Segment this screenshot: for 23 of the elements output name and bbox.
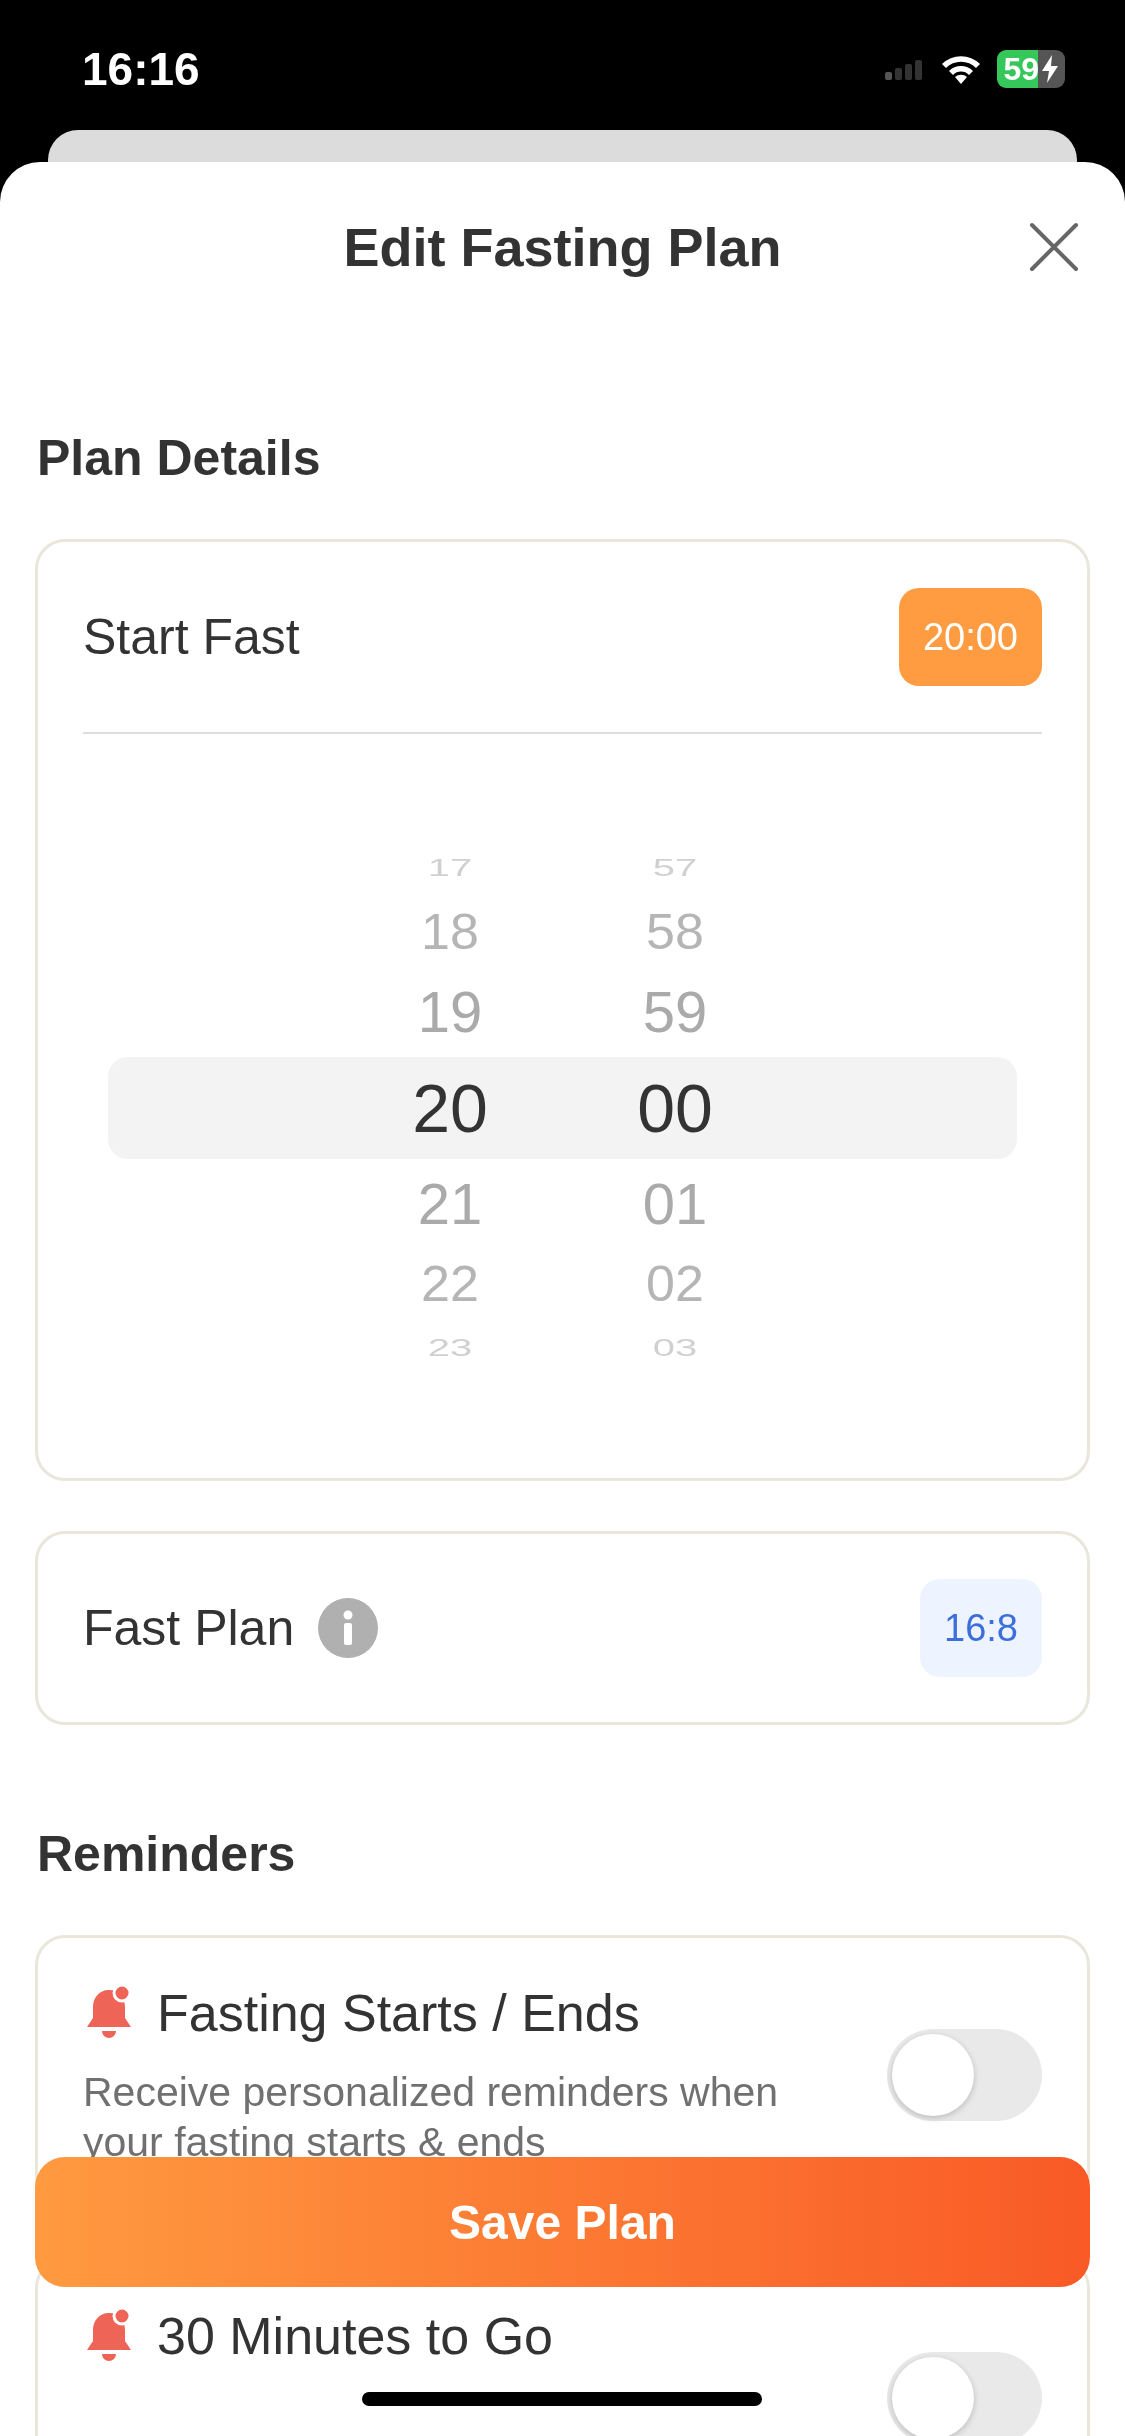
picker-value[interactable]: 22 [421, 1250, 479, 1318]
picker-value[interactable]: 21 [417, 1159, 483, 1249]
start-time-badge[interactable]: 20:00 [898, 588, 1042, 686]
picker-value[interactable]: 20 [412, 1057, 488, 1159]
reminder-title: Fasting Starts / Ends [157, 1983, 640, 2043]
picker-value[interactable]: 58 [646, 898, 704, 966]
picker-value[interactable]: 01 [642, 1159, 708, 1249]
picker-value[interactable]: 00 [637, 1057, 713, 1159]
picker-value[interactable]: 02 [646, 1250, 704, 1318]
fast-plan-badge[interactable]: 16:8 [920, 1579, 1042, 1677]
picker-value[interactable]: 18 [421, 898, 479, 966]
picker-value[interactable]: 19 [417, 967, 483, 1057]
sheet-title: Edit Fasting Plan [343, 216, 782, 278]
section-heading: Reminders [37, 1825, 297, 1883]
info-icon[interactable] [318, 1598, 379, 1658]
battery-indicator: 59 [997, 50, 1065, 88]
save-button[interactable]: Save Plan [35, 2157, 1090, 2287]
start-fast-label: Start Fast [83, 608, 300, 666]
reminder-title: 30 Minutes to Go [157, 2306, 553, 2366]
section-heading: Plan Details [37, 429, 322, 487]
picker-value[interactable]: 59 [642, 967, 708, 1057]
status-time: 16:16 [82, 42, 200, 96]
fast-plan-label: Fast Plan [83, 1599, 295, 1657]
